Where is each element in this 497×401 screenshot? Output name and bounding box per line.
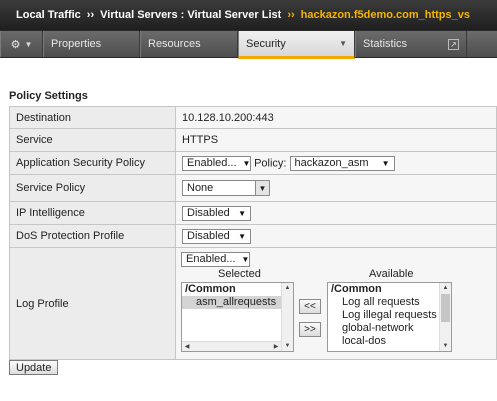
popout-icon[interactable]: ↗ <box>448 38 459 50</box>
list-item[interactable]: Log illegal requests <box>328 309 451 322</box>
scroll-thumb[interactable] <box>441 293 450 322</box>
list-item[interactable]: Log all requests <box>328 296 451 309</box>
scroll-up-icon[interactable]: ▲ <box>282 283 293 293</box>
breadcrumb-current: hackazon.f5demo.com_https_vs <box>300 9 470 21</box>
chevron-down-icon: ▼ <box>241 254 250 264</box>
selected-vscroll[interactable]: ▲ ▼ <box>281 282 293 351</box>
service-policy-combo[interactable]: None ▼ <box>182 180 270 196</box>
selected-group: /Common <box>185 282 236 295</box>
list-item[interactable]: asm_allrequests <box>182 295 293 309</box>
selected-header: Selected <box>218 267 261 280</box>
service-policy-label: Service Policy <box>9 174 176 202</box>
log-state-select[interactable]: Enabled... ▼ <box>181 251 250 267</box>
service-label: Service <box>9 128 176 152</box>
chevron-down-icon[interactable]: ▼ <box>256 180 270 196</box>
chevron-down-icon: ▼ <box>24 39 33 49</box>
tab-statistics[interactable]: Statistics ↗ <box>355 31 467 57</box>
selected-listbox[interactable]: /Common asm_allrequests ▲ ▼ ◀ ▶ <box>181 281 294 352</box>
select-value: Enabled... <box>187 157 237 169</box>
breadcrumb: Local Traffic ›› Virtual Servers : Virtu… <box>0 0 497 30</box>
table-row: Log Profile Enabled... ▼ Selected Availa… <box>9 247 497 360</box>
scroll-down-icon[interactable]: ▼ <box>282 341 293 351</box>
log-profile-editor: Enabled... ▼ Selected Available /Common … <box>176 249 496 359</box>
add-to-selected-button[interactable]: << <box>299 298 321 314</box>
tab-label: Security <box>246 37 286 50</box>
table-row: DoS Protection Profile Disabled ▼ <box>9 224 497 248</box>
scroll-right-icon[interactable]: ▶ <box>271 342 281 351</box>
tab-label: Resources <box>148 38 201 50</box>
asp-label: Application Security Policy <box>9 151 176 175</box>
tab-label: Statistics <box>363 38 408 50</box>
tab-properties[interactable]: Properties <box>43 31 140 57</box>
destination-value: 10.128.10.200:443 <box>175 106 497 129</box>
chevron-down-icon: ▼ <box>242 158 251 168</box>
available-header: Available <box>369 267 414 280</box>
ip-intelligence-select[interactable]: Disabled ▼ <box>182 205 251 221</box>
select-value: Disabled <box>187 207 230 219</box>
breadcrumb-separator: ›› <box>86 9 95 21</box>
select-value: hackazon_asm <box>294 157 369 169</box>
tab-resources[interactable]: Resources <box>140 31 238 57</box>
policy-label: Policy: <box>254 156 287 169</box>
gear-icon: ⚙ <box>10 38 21 51</box>
ip-intelligence-label: IP Intelligence <box>9 201 176 225</box>
chevron-down-icon: ▼ <box>238 208 246 218</box>
available-listbox[interactable]: /Common Log all requests Log illegal req… <box>327 281 452 352</box>
chevron-down-icon: ▼ <box>238 231 246 241</box>
selected-hscroll[interactable]: ◀ ▶ <box>182 340 281 351</box>
scroll-down-icon[interactable]: ▼ <box>440 341 451 351</box>
table-row: Destination 10.128.10.200:443 <box>9 106 497 129</box>
breadcrumb-local-traffic[interactable]: Local Traffic <box>16 9 81 21</box>
list-item[interactable]: local-dos <box>328 335 451 348</box>
service-value: HTTPS <box>175 128 497 152</box>
tab-bar: ⚙ ▼ Properties Resources Security ▼ Stat… <box>0 30 497 59</box>
tab-security[interactable]: Security ▼ <box>238 31 355 59</box>
update-button[interactable]: Update <box>9 360 59 375</box>
breadcrumb-separator: ›› <box>287 9 295 21</box>
log-profile-label: Log Profile <box>9 247 176 360</box>
available-group: /Common <box>331 282 382 295</box>
dos-profile-select[interactable]: Disabled ▼ <box>182 228 251 244</box>
scroll-up-icon[interactable]: ▲ <box>440 283 451 293</box>
chevron-down-icon[interactable]: ▼ <box>339 39 347 48</box>
asp-policy-select[interactable]: hackazon_asm ▼ <box>289 155 395 171</box>
tab-gear-menu[interactable]: ⚙ ▼ <box>0 31 43 57</box>
dos-profile-label: DoS Protection Profile <box>9 224 176 248</box>
remove-from-selected-button[interactable]: >> <box>299 321 321 337</box>
service-policy-value[interactable]: None <box>182 180 256 196</box>
table-row: Application Security Policy Enabled... ▼… <box>9 151 497 175</box>
table-row: IP Intelligence Disabled ▼ <box>9 201 497 225</box>
chevron-down-icon: ▼ <box>381 158 390 168</box>
select-value: Disabled <box>187 230 230 242</box>
policy-settings-table: Destination 10.128.10.200:443 Service HT… <box>9 106 497 360</box>
table-row: Service HTTPS <box>9 128 497 152</box>
asp-state-select[interactable]: Enabled... ▼ <box>182 155 251 171</box>
scroll-left-icon[interactable]: ◀ <box>182 342 192 351</box>
available-vscroll[interactable]: ▲ ▼ <box>439 282 451 351</box>
section-title: Policy Settings <box>9 90 88 102</box>
select-value: Enabled... <box>186 253 236 265</box>
list-item[interactable]: global-network <box>328 322 451 335</box>
tab-label: Properties <box>51 38 102 50</box>
destination-label: Destination <box>9 106 176 129</box>
table-row: Service Policy None ▼ <box>9 174 497 202</box>
breadcrumb-virtual-server-list[interactable]: Virtual Servers : Virtual Server List <box>100 9 281 21</box>
